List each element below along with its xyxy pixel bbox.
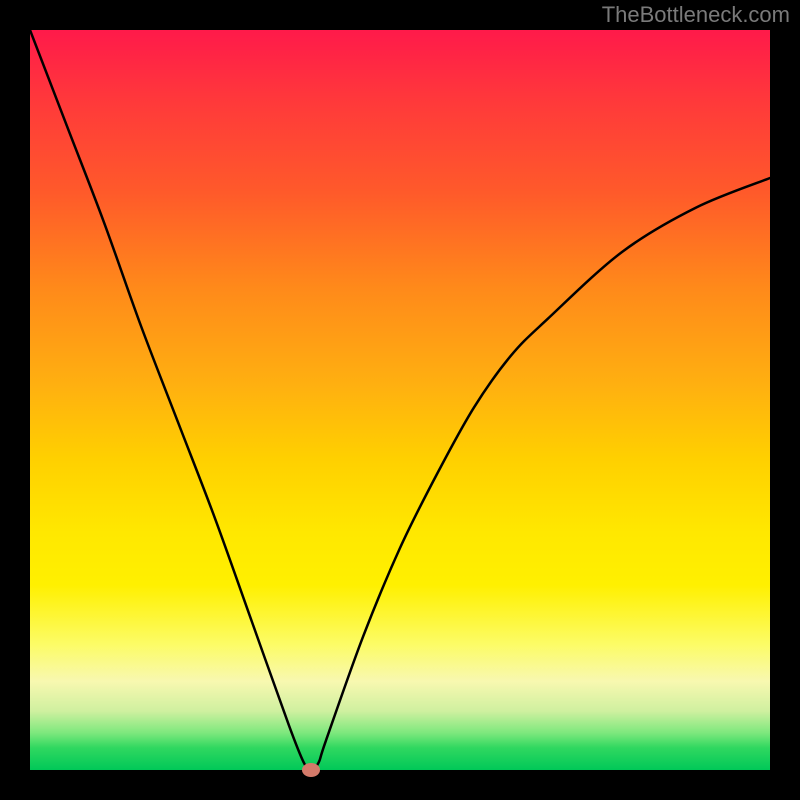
bottleneck-marker-dot: [302, 763, 320, 777]
watermark-text: TheBottleneck.com: [602, 2, 790, 28]
chart-curve-svg: [30, 30, 770, 770]
chart-plot-area: [30, 30, 770, 770]
bottleneck-curve-path: [30, 30, 770, 770]
